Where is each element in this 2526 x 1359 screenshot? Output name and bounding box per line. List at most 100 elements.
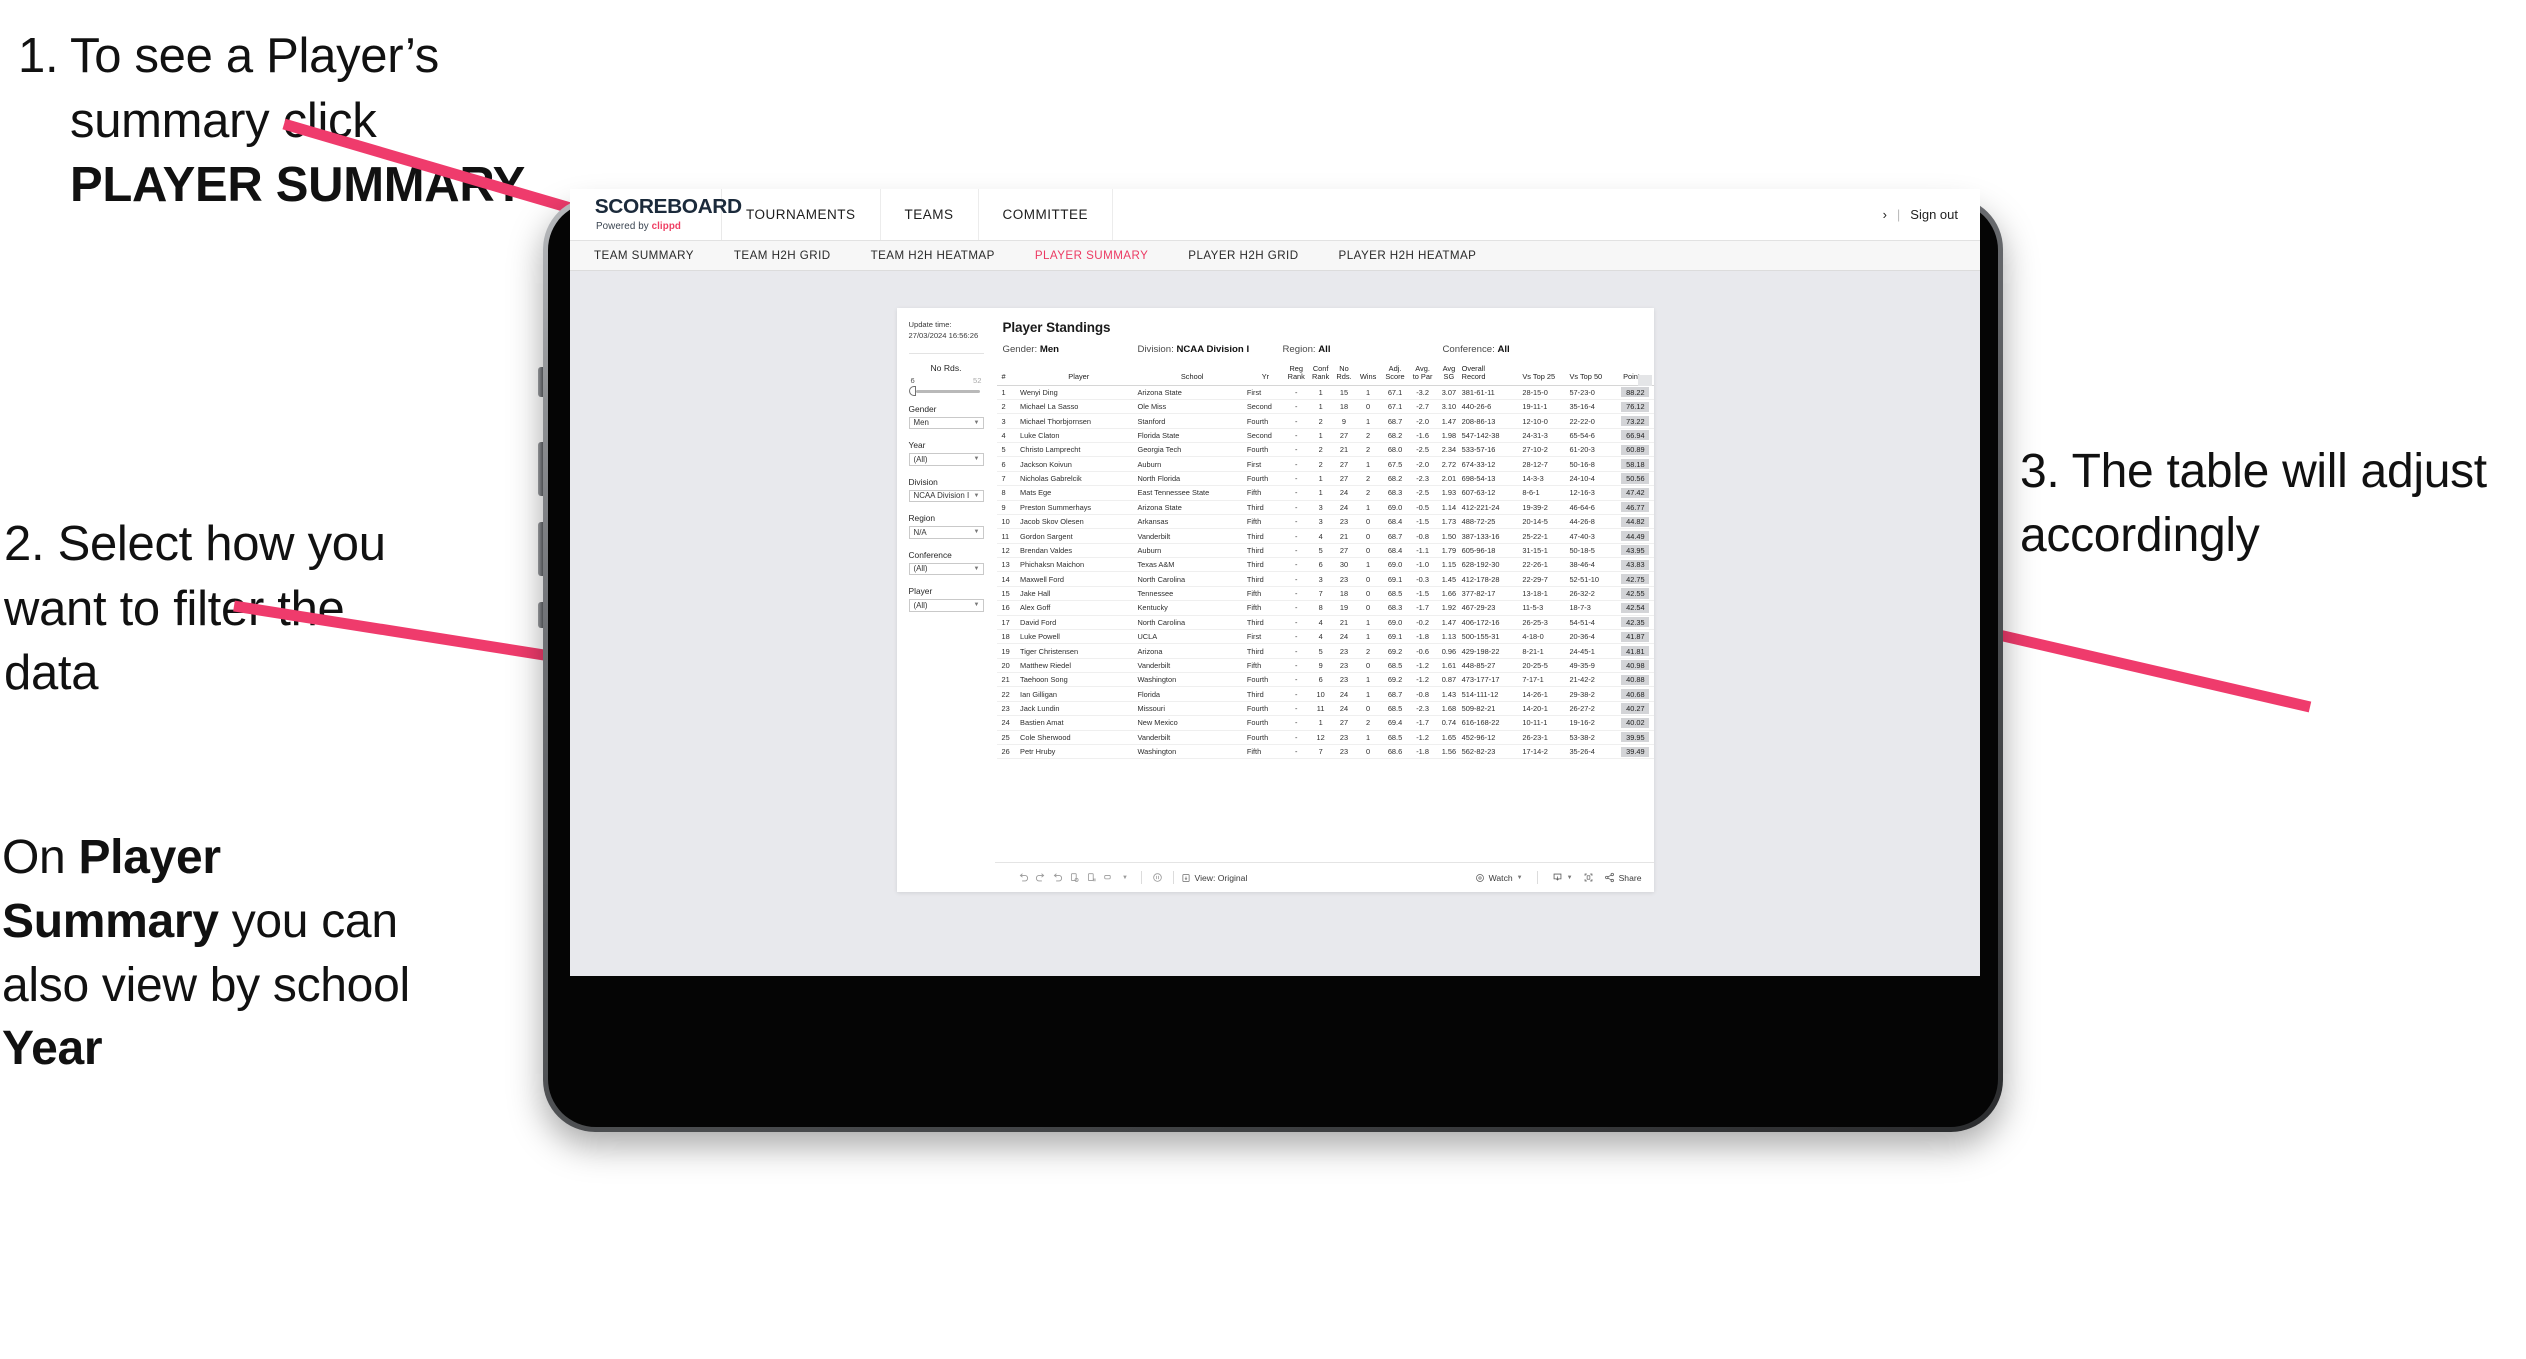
cell-wins: 1 [1355,385,1382,400]
topnav-item-teams[interactable]: TEAMS [881,189,979,240]
cell-adj-score: 68.5 [1381,701,1410,717]
table-row[interactable]: 18 Luke Powell UCLA First -4 24 1 69.1 -1.8 1.13 5… [996,629,1654,645]
tablet-button-mute[interactable] [538,367,543,397]
filter-conference-select[interactable]: (All) ▼ [908,562,984,576]
tablet-button-power[interactable] [538,602,543,628]
table-row[interactable]: 7 Nicholas Gabrelcik North Florida Fourth -1… [996,471,1654,487]
tab-player-summary[interactable]: PLAYER SUMMARY [1035,249,1148,262]
tab-team-h2h-grid[interactable]: TEAM H2H GRID [734,249,831,262]
revert-icon[interactable] [1049,872,1066,883]
app-logo[interactable]: SCOREBOARD Powered by clippd [570,189,742,240]
table-row[interactable]: 21 Taehoon Song Washington Fourth -6 23 1 69.2-… [996,672,1654,688]
filter-region-select[interactable]: N/A ▼ [908,526,984,539]
filter-year-label: Year [908,440,926,451]
table-row[interactable]: 15 Jake Hall Tennessee Fifth -7 18 0 68.5 -1.5 1.… [996,586,1654,602]
sign-out-link[interactable]: Sign out [1910,207,1958,222]
col-no-rds[interactable]: No Rds. [1332,365,1356,386]
col-sg-l2: SG [1443,372,1455,382]
table-row[interactable]: 23 Jack Lundin Missouri Fourth -11 24 0 68.5 -2.… [996,701,1654,717]
filter-year-select[interactable]: (All) ▼ [908,453,984,466]
cell-reg-rank: - [1284,571,1309,587]
highlight-icon[interactable] [1100,872,1117,883]
filter-division-select[interactable]: NCAA Division I ▼ [908,489,984,503]
filter-gender-select[interactable]: Men ▼ [908,416,984,430]
tablet-button-volume-down[interactable] [538,522,543,576]
col-avg-to-par[interactable]: Avg. to Par [1409,365,1437,386]
cell-points: 43.95 [1617,543,1654,559]
table-row[interactable]: 8 Mats Ege East Tennessee State Fifth -1 24 2 6… [996,485,1654,501]
cell-rank: 25 [996,730,1017,745]
col-reg-rank[interactable]: Reg Rank [1284,365,1309,386]
share-button[interactable]: Share [1604,872,1642,883]
table-row[interactable]: 10 Jacob Skov Olesen Arkansas Fifth -3 23 0 68.… [996,514,1654,530]
tab-team-h2h-heatmap[interactable]: TEAM H2H HEATMAP [871,249,995,262]
topnav-item-committee[interactable]: COMMITTEE [979,189,1114,240]
tab-player-h2h-heatmap[interactable]: PLAYER H2H HEATMAP [1339,249,1477,262]
table-row[interactable]: 1 Wenyi Ding Arizona State First -1 15 1 67.1 -3… [996,385,1654,400]
account-chevron-icon[interactable]: › [1883,207,1887,222]
table-row[interactable]: 5 Christo Lamprecht Georgia Tech Fourth -2 21… [996,442,1654,458]
col-vs-top-25[interactable]: Vs Top 25 [1522,365,1570,386]
table-row[interactable]: 9 Preston Summerhays Arizona State Third -3 2… [996,500,1654,515]
cell-player: Luke Claton [1016,428,1138,444]
redo-icon[interactable] [1032,872,1049,883]
table-row[interactable]: 16 Alex Goff Kentucky Fifth -8 19 0 68.3 -1.7 1.9… [996,600,1654,616]
cell-overall-record: 387-133-16 [1461,528,1523,544]
table-row[interactable]: 4 Luke Claton Florida State Second -1 27 2 68.2… [996,428,1654,444]
col-player[interactable]: Player [1016,365,1138,386]
table-row[interactable]: 12 Brendan Valdes Auburn Third -5 27 0 68.4 -1.1… [996,543,1654,559]
col-overall-record[interactable]: Overall Record [1461,365,1523,386]
col-avg-sg[interactable]: Avg SG [1436,365,1462,386]
topnav-item-tournaments[interactable]: TOURNAMENTS [722,189,881,240]
full-screen-icon[interactable] [1580,872,1597,883]
col-wins[interactable]: Wins [1355,365,1382,386]
cell-rank: 5 [996,442,1017,458]
cell-school: Vanderbilt [1137,658,1247,674]
table-row[interactable]: 11 Gordon Sargent Vanderbilt Third -4 21 0 68.7… [996,528,1654,544]
col-school[interactable]: School [1137,365,1247,386]
table-row[interactable]: 26 Petr Hruby Washington Fifth -7 23 0 68.6 -1.8… [996,744,1654,760]
tab-team-summary[interactable]: TEAM SUMMARY [594,249,694,262]
undo-icon[interactable] [1015,872,1032,883]
table-row[interactable]: 3 Michael Thorbjornsen Stanford Fourth -2 9 1 6… [996,413,1654,429]
cell-vs-top-25: 14-20-1 [1522,701,1570,717]
view-original-label: View: Original [1194,872,1248,883]
cell-reg-rank: - [1284,543,1309,559]
table-row[interactable]: 24 Bastien Amat New Mexico Fourth -1 27 2 69.4-… [996,715,1654,731]
cell-avg-to-par: -1.1 [1409,543,1437,559]
download-button[interactable]: ▼ [1552,872,1573,883]
pause-auto-update-icon[interactable] [1083,872,1100,883]
col-yr[interactable]: Yr [1246,365,1285,386]
cell-points: 40.68 [1617,686,1654,702]
cell-conf-rank: 4 [1308,629,1333,645]
col-conf-rank[interactable]: Conf Rank [1308,365,1333,386]
cell-adj-score: 69.0 [1381,500,1410,515]
table-row[interactable]: 2 Michael La Sasso Ole Miss Second -1 18 0 67.1… [996,399,1654,415]
watch-button[interactable]: Watch ▼ [1475,873,1523,883]
tab-player-h2h-grid[interactable]: PLAYER H2H GRID [1188,249,1298,262]
cell-school: New Mexico [1137,715,1247,731]
col-vs-top-50[interactable]: Vs Top 50 [1569,365,1618,386]
pause-icon[interactable] [1149,872,1166,883]
slider-track[interactable] [908,386,980,397]
table-row[interactable]: 6 Jackson Koivun Auburn First -2 27 1 67.5 -2.0 2… [996,456,1654,472]
table-row[interactable]: 20 Matthew Riedel Vanderbilt Fifth -9 23 0 68.5… [996,658,1654,674]
table-row[interactable]: 14 Maxwell Ford North Carolina Third -3 23 0 69… [996,571,1654,587]
cell-avg-sg: 1.68 [1436,701,1462,717]
filter-player-select[interactable]: (All) ▼ [908,599,984,612]
table-row[interactable]: 19 Tiger Christensen Arizona Third -5 23 2 69.2… [996,643,1654,659]
slider-handle[interactable] [908,386,916,397]
chevron-down-icon[interactable]: ▼ [1117,875,1134,881]
cell-reg-rank: - [1284,485,1309,501]
table-row[interactable]: 13 Phichaksn Maichon Texas A&M Third -6 30 1 69… [996,557,1654,573]
col-adj-score[interactable]: Adj. Score [1381,365,1410,386]
table-row[interactable]: 25 Cole Sherwood Vanderbilt Fourth -12 23 1 68.… [996,730,1654,745]
col-rank[interactable]: # [996,365,1017,386]
refresh-data-icon[interactable] [1066,872,1083,883]
table-row[interactable]: 22 Ian Gilligan Florida Third -10 24 1 68.7 -0.8… [996,686,1654,702]
view-original-button[interactable]: View: Original [1181,872,1248,883]
tablet-button-volume-up[interactable] [538,442,543,496]
cell-yr: Third [1246,615,1285,630]
table-row[interactable]: 17 David Ford North Carolina Third -4 21 1 69.0… [996,615,1654,630]
cell-avg-to-par: -1.8 [1409,629,1437,645]
